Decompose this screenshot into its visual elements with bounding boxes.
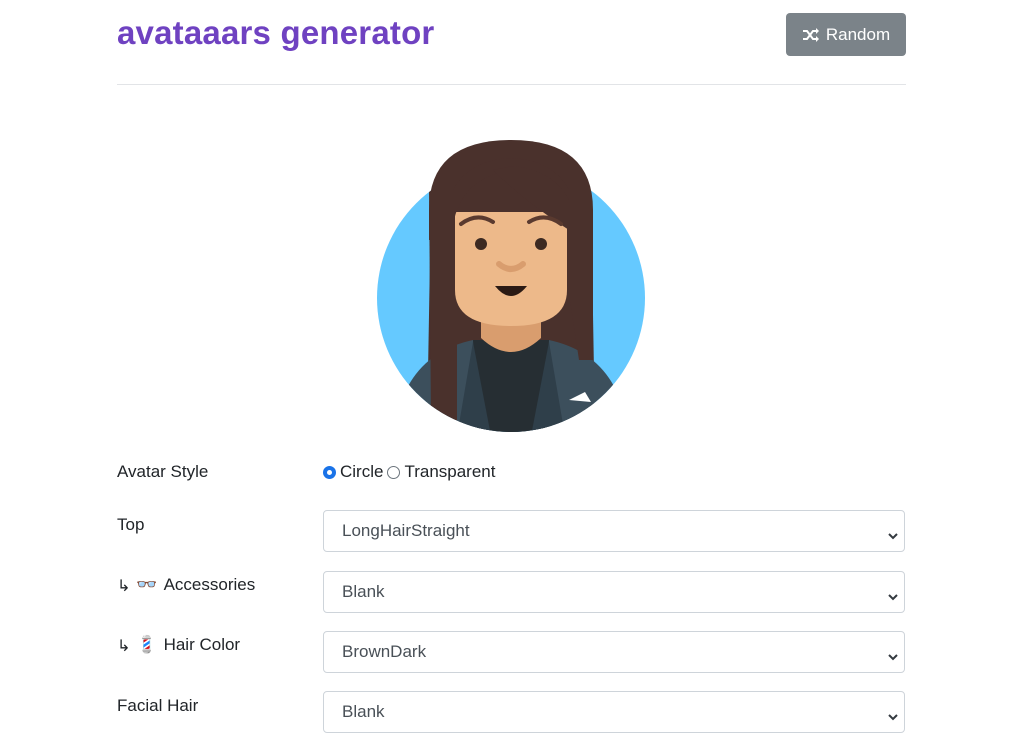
facial-hair-select-value: Blank — [342, 702, 385, 721]
accessories-row: ↳ 👓 Accessories Blank — [117, 571, 906, 615]
radio-transparent[interactable]: Transparent — [387, 462, 495, 482]
radio-transparent-label: Transparent — [404, 462, 496, 481]
hair-color-row: ↳ 💈 Hair Color BrownDark — [117, 631, 906, 675]
accessories-select[interactable]: Blank — [323, 571, 905, 613]
top-row: Top LongHairStraight — [117, 510, 906, 554]
top-label: Top — [117, 515, 144, 535]
radio-circle[interactable]: Circle — [323, 462, 383, 482]
sub-arrow-icon: ↳ — [117, 635, 131, 655]
facial-hair-row: Facial Hair Blank — [117, 691, 906, 735]
top-label-text: Top — [117, 515, 145, 534]
radio-circle-input[interactable] — [323, 465, 336, 479]
avatar-style-radios: Circle Transparent — [323, 462, 499, 482]
page-title: avataaars generator — [117, 14, 435, 51]
hair-color-label: ↳ 💈 Hair Color — [117, 635, 240, 655]
barber-pole-icon: 💈 — [136, 635, 158, 654]
sub-arrow-icon: ↳ — [117, 575, 131, 595]
accessories-select-value: Blank — [342, 582, 385, 601]
random-button-label: Random — [825, 24, 891, 44]
chevron-down-icon — [888, 707, 898, 727]
radio-transparent-input[interactable] — [387, 465, 401, 479]
random-button[interactable]: Random — [786, 13, 906, 56]
shuffle-icon — [802, 27, 820, 43]
page-header: avataaars generator Random — [117, 0, 906, 85]
avatar-style-label: Avatar Style — [117, 462, 209, 481]
facial-hair-label-text: Facial Hair — [117, 696, 199, 715]
facial-hair-select[interactable]: Blank — [323, 691, 905, 733]
avatar-preview — [373, 130, 649, 436]
glasses-icon: 👓 — [136, 575, 158, 594]
accessories-label-text: Accessories — [163, 575, 256, 594]
facial-hair-label: Facial Hair — [117, 696, 198, 716]
accessories-label: ↳ 👓 Accessories — [117, 575, 255, 595]
hair-color-select-value: BrownDark — [342, 642, 427, 661]
top-select[interactable]: LongHairStraight — [323, 510, 905, 552]
radio-circle-label: Circle — [340, 462, 384, 481]
chevron-down-icon — [888, 526, 898, 546]
hair-color-label-text: Hair Color — [163, 635, 241, 654]
top-select-value: LongHairStraight — [342, 521, 470, 540]
chevron-down-icon — [888, 587, 898, 607]
avatar-style-row: Avatar Style Circle Transparent — [117, 460, 906, 504]
chevron-down-icon — [888, 647, 898, 667]
hair-color-select[interactable]: BrownDark — [323, 631, 905, 673]
